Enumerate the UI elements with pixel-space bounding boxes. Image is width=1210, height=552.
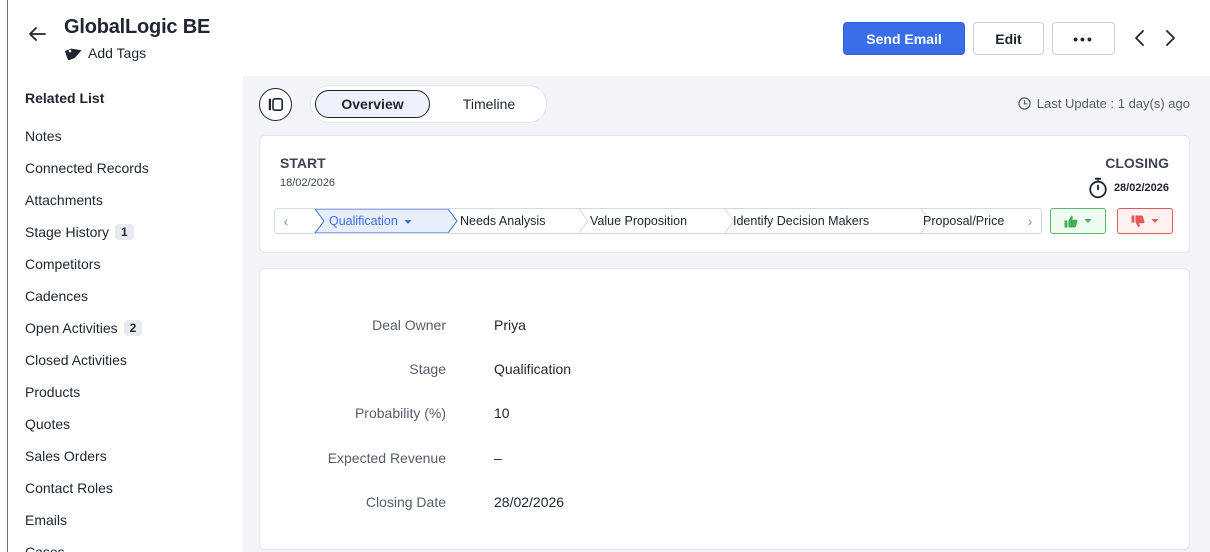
stage-clip: Proposal/Price — [923, 209, 1019, 233]
sidebar-item-notes[interactable]: Notes — [25, 120, 225, 152]
field-label: Deal Owner — [372, 317, 446, 333]
count-badge: 2 — [123, 320, 143, 336]
field-row-probability: Probability (%) 10 — [260, 403, 1191, 427]
sidebar-item-competitors[interactable]: Competitors — [25, 248, 225, 280]
pipeline-scroll-left-icon[interactable]: ‹ — [275, 209, 297, 233]
tag-icon — [65, 48, 82, 60]
stage-value-proposition[interactable]: Value Proposition — [590, 214, 687, 228]
add-tags-label: Add Tags — [88, 45, 147, 61]
stage-card: START 18/02/2026 CLOSING 28/02/2026 ‹ Qu… — [259, 135, 1190, 253]
sidebar-item-label: Emails — [25, 512, 68, 528]
closing-date-group: 28/02/2026 — [1088, 177, 1169, 199]
stage-pipeline: ‹ Qualification Needs Analysis Value Pro… — [274, 208, 1042, 234]
thumbs-down-icon — [1131, 215, 1145, 227]
record-title: GlobalLogic BE — [64, 16, 211, 38]
previous-record-icon[interactable] — [1128, 26, 1152, 50]
chevron-down-icon — [404, 219, 412, 224]
edit-button[interactable]: Edit — [973, 22, 1044, 55]
field-row-expected-revenue: Expected Revenue – — [260, 448, 1191, 472]
related-list-heading: Related List — [25, 90, 105, 106]
field-label: Closing Date — [365, 494, 446, 510]
back-arrow-icon[interactable] — [25, 22, 49, 46]
sidebar-item-open-activities[interactable]: Open Activities 2 — [25, 312, 225, 344]
start-label: START — [280, 155, 326, 171]
thumbs-up-icon — [1064, 215, 1078, 227]
closing-date: 28/02/2026 — [1113, 182, 1169, 194]
sidebar-item-label: Contact Roles — [25, 480, 113, 496]
send-email-button[interactable]: Send Email — [843, 22, 965, 55]
related-list-sidebar: Related List Notes Connected Records Att… — [8, 80, 233, 552]
closed-lost-button[interactable] — [1117, 208, 1173, 234]
stage-needs-analysis[interactable]: Needs Analysis — [460, 214, 545, 228]
field-row-deal-owner: Deal Owner Priya — [260, 315, 1191, 339]
sidebar-item-label: Quotes — [25, 416, 71, 432]
add-tags-link[interactable]: Add Tags — [65, 45, 146, 61]
last-update-text: Last Update : 1 day(s) ago — [1036, 96, 1190, 111]
next-record-icon[interactable] — [1158, 26, 1182, 50]
sidebar-item-stage-history[interactable]: Stage History 1 — [25, 216, 225, 248]
field-label: Probability (%) — [354, 405, 446, 421]
field-row-stage: Stage Qualification — [260, 359, 1191, 383]
sidebar-item-products[interactable]: Products — [25, 376, 225, 408]
stage-qualification[interactable]: Qualification — [329, 214, 412, 228]
sidebar-item-quotes[interactable]: Quotes — [25, 408, 225, 440]
sidebar-item-connected-records[interactable]: Connected Records — [25, 152, 225, 184]
field-value[interactable]: 28/02/2026 — [494, 494, 564, 510]
deal-details-card: Deal Owner Priya Stage Qualification Pro… — [259, 268, 1190, 550]
stage-label: Qualification — [329, 214, 398, 228]
toggle-panel-button[interactable] — [259, 88, 292, 121]
pipeline-scroll-right-icon[interactable]: › — [1019, 209, 1041, 233]
chevron-down-icon — [1084, 219, 1092, 223]
view-tabs: Overview Timeline — [310, 85, 547, 123]
field-value[interactable]: 10 — [494, 405, 510, 421]
stage-identify-decision-makers[interactable]: Identify Decision Makers — [733, 214, 869, 228]
field-value[interactable]: – — [494, 450, 502, 466]
sidebar-item-cases[interactable]: Cases — [25, 536, 225, 552]
sidebar-item-label: Cases — [25, 544, 65, 552]
stage-proposal-price[interactable]: Proposal/Price — [923, 214, 1004, 228]
sidebar-item-label: Notes — [25, 128, 62, 144]
panel-toggle-icon — [268, 98, 283, 111]
field-label: Stage — [409, 361, 446, 377]
field-value[interactable]: Qualification — [494, 361, 571, 377]
sidebar-item-contact-roles[interactable]: Contact Roles — [25, 472, 225, 504]
field-value[interactable]: Priya — [494, 317, 526, 333]
sidebar-item-closed-activities[interactable]: Closed Activities — [25, 344, 225, 376]
sidebar-item-emails[interactable]: Emails — [25, 504, 225, 536]
closing-label: CLOSING — [1105, 155, 1169, 171]
sidebar-item-label: Closed Activities — [25, 352, 127, 368]
related-list: Notes Connected Records Attachments Stag… — [25, 120, 225, 552]
sidebar-item-label: Attachments — [25, 192, 103, 208]
more-options-button[interactable]: ••• — [1052, 22, 1115, 55]
sidebar-item-label: Products — [25, 384, 81, 400]
sidebar-item-label: Competitors — [25, 256, 101, 272]
sidebar-item-sales-orders[interactable]: Sales Orders — [25, 440, 225, 472]
sidebar-item-cadences[interactable]: Cadences — [25, 280, 225, 312]
closed-won-button[interactable] — [1050, 208, 1106, 234]
sidebar-item-label: Sales Orders — [25, 448, 107, 464]
chevron-down-icon — [1151, 219, 1159, 223]
tab-overview[interactable]: Overview — [315, 90, 430, 118]
sidebar-item-label: Cadences — [25, 288, 89, 304]
sidebar-item-label: Open Activities — [25, 320, 118, 336]
last-update: Last Update : 1 day(s) ago — [1018, 96, 1190, 111]
stopwatch-icon — [1089, 177, 1107, 199]
sidebar-item-attachments[interactable]: Attachments — [25, 184, 225, 216]
main-content: Overview Timeline Last Update : 1 day(s)… — [243, 76, 1210, 552]
tab-timeline[interactable]: Timeline — [439, 90, 539, 118]
field-row-closing-date: Closing Date 28/02/2026 — [260, 492, 1191, 516]
record-header: GlobalLogic BE Add Tags Send Email Edit … — [8, 0, 1210, 75]
clock-icon — [1018, 97, 1031, 110]
start-date: 18/02/2026 — [280, 177, 336, 189]
field-label: Expected Revenue — [327, 450, 446, 466]
sidebar-item-label: Stage History — [25, 224, 110, 240]
count-badge: 1 — [115, 224, 134, 240]
sidebar-item-label: Connected Records — [25, 160, 149, 176]
